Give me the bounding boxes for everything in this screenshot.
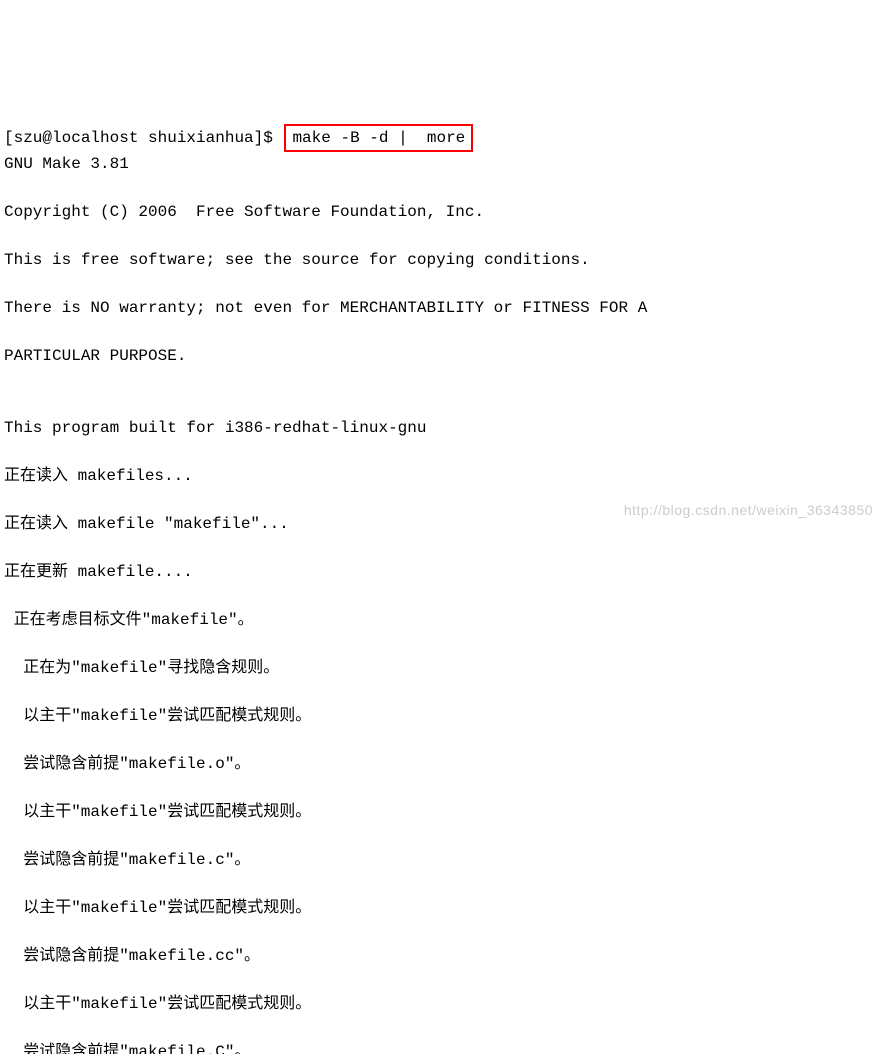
output-line: 正在考虑目标文件"makefile"。 [4, 608, 879, 632]
output-line: There is NO warranty; not even for MERCH… [4, 296, 879, 320]
output-line: 以主干"makefile"尝试匹配模式规则。 [4, 704, 879, 728]
output-line: 尝试隐含前提"makefile.C"。 [4, 1040, 879, 1054]
output-line: 正在更新 makefile.... [4, 560, 879, 584]
terminal-output: [szu@localhost shuixianhua]$ make -B -d … [4, 100, 879, 1054]
output-line: 正在读入 makefiles... [4, 464, 879, 488]
output-line: 尝试隐含前提"makefile.cc"。 [4, 944, 879, 968]
output-line: Copyright (C) 2006 Free Software Foundat… [4, 200, 879, 224]
output-line: 以主干"makefile"尝试匹配模式规则。 [4, 800, 879, 824]
output-line: PARTICULAR PURPOSE. [4, 344, 879, 368]
output-line: 尝试隐含前提"makefile.o"。 [4, 752, 879, 776]
output-line: 以主干"makefile"尝试匹配模式规则。 [4, 896, 879, 920]
output-line: 正在为"makefile"寻找隐含规则。 [4, 656, 879, 680]
output-line: This is free software; see the source fo… [4, 248, 879, 272]
output-line: 尝试隐含前提"makefile.c"。 [4, 848, 879, 872]
shell-prompt: [szu@localhost shuixianhua]$ [4, 129, 282, 147]
watermark-text: http://blog.csdn.net/weixin_36343850 [624, 500, 873, 521]
output-line: 以主干"makefile"尝试匹配模式规则。 [4, 992, 879, 1016]
highlighted-command: make -B -d | more [284, 124, 473, 152]
output-line: GNU Make 3.81 [4, 152, 879, 176]
output-line: This program built for i386-redhat-linux… [4, 416, 879, 440]
